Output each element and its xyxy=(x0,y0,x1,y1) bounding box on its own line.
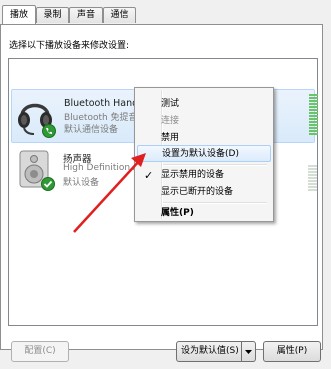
annotation-arrow-icon xyxy=(73,153,146,233)
